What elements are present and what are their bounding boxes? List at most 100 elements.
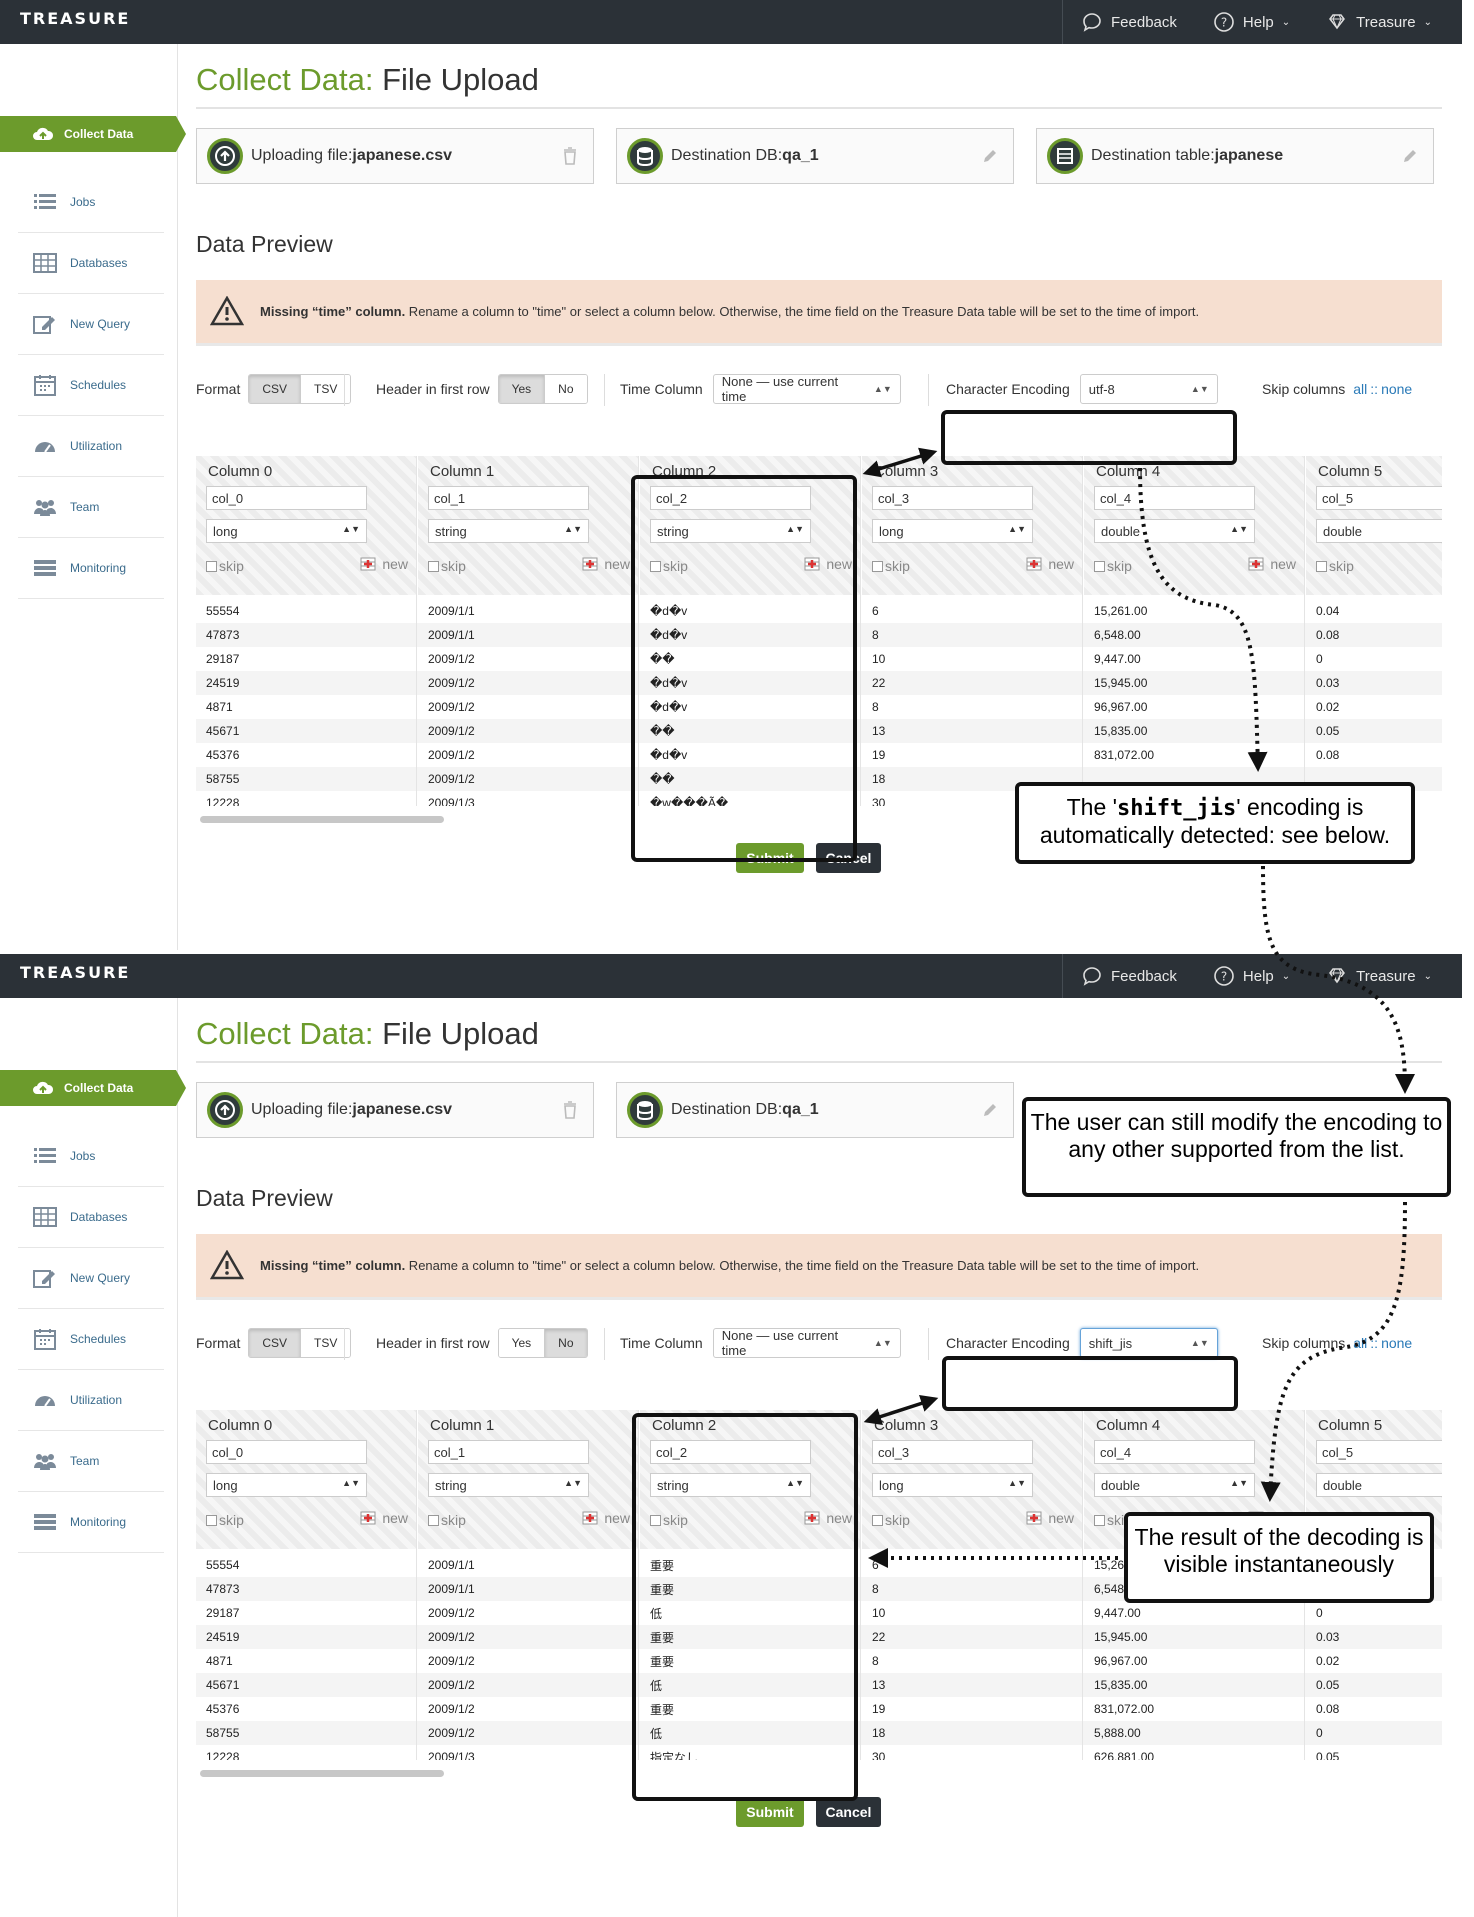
submit-button[interactable]: Submit (736, 1797, 804, 1827)
trash-icon[interactable] (561, 1101, 579, 1119)
checkbox-box[interactable] (1316, 560, 1327, 572)
column-header: Column 5 col_5 double▲▼ skip (1306, 456, 1442, 595)
column-type-select[interactable]: double▲▼ (1316, 1473, 1442, 1497)
new-column-button[interactable]: new (1026, 556, 1074, 572)
header-no[interactable]: No (544, 375, 587, 403)
table-column: Column 4 col_4 double ▲▼ skip new 15,261.00 6,5… (1084, 456, 1305, 806)
sidebar-item-new-query[interactable]: New Query (18, 294, 164, 355)
trash-icon[interactable] (561, 147, 579, 165)
divider (604, 374, 605, 406)
table-cell: 15,261.00 (1094, 604, 1148, 618)
format-tsv[interactable]: TSV (300, 1329, 351, 1357)
skip-checkbox[interactable]: skip (1094, 558, 1132, 574)
sidebar-item-new-query[interactable]: New Query (18, 1248, 164, 1309)
skip-checkbox[interactable]: skip (206, 1512, 244, 1528)
sidebar-item-schedules[interactable]: Schedules (18, 1309, 164, 1370)
checkbox-box[interactable] (1094, 1514, 1105, 1526)
skip-checkbox[interactable]: skip (428, 1512, 466, 1528)
sidebar-item-utilization[interactable]: Utilization (18, 1370, 164, 1431)
header-yes[interactable]: Yes (498, 375, 545, 403)
column-name-input[interactable]: col_0 (206, 486, 367, 510)
new-column-button[interactable]: new (582, 556, 630, 572)
column-type-select[interactable]: long ▲▼ (872, 1473, 1033, 1497)
skip-none-link[interactable]: none (1381, 381, 1412, 397)
logo[interactable]: TREASURE (20, 9, 130, 28)
encoding-select[interactable]: shift_jis ▲▼ (1079, 1328, 1218, 1358)
skip-checkbox[interactable]: skip (872, 1512, 910, 1528)
checkbox-box[interactable] (872, 1514, 883, 1526)
column-type-select[interactable]: string ▲▼ (428, 1473, 589, 1497)
column-type-select[interactable]: string ▲▼ (428, 519, 589, 543)
column-name-input[interactable]: col_1 (428, 486, 589, 510)
sidebar-item-monitoring[interactable]: Monitoring (18, 538, 164, 599)
sidebar-item-jobs[interactable]: Jobs (18, 1126, 164, 1187)
horizontal-scrollbar[interactable] (200, 816, 444, 823)
skip-label: skip (885, 1512, 910, 1528)
column-name-input[interactable]: col_3 (872, 1440, 1033, 1464)
new-column-icon (360, 557, 376, 571)
horizontal-scrollbar[interactable] (200, 1770, 444, 1777)
sidebar-item-databases[interactable]: Databases (18, 233, 164, 294)
format-csv[interactable]: CSV (249, 375, 301, 403)
sidebar-item-collect-data[interactable]: Collect Data (0, 1070, 186, 1106)
sidebar-item-utilization[interactable]: Utilization (18, 416, 164, 477)
column-name-input[interactable]: col_5 (1316, 1440, 1442, 1464)
pencil-icon[interactable] (981, 147, 999, 165)
checkbox-box[interactable] (428, 1514, 439, 1526)
skip-all-link[interactable]: all (1353, 381, 1367, 397)
skip-checkbox[interactable]: skip (206, 558, 244, 574)
new-column-button[interactable]: new (1026, 1510, 1074, 1526)
column-type-select[interactable]: double▲▼ (1316, 519, 1442, 543)
page-title: Collect Data: File Upload (196, 62, 539, 98)
new-column-button[interactable]: new (1248, 556, 1296, 572)
sidebar-item-databases[interactable]: Databases (18, 1187, 164, 1248)
new-column-button[interactable]: new (582, 1510, 630, 1526)
column-name-input[interactable]: col_4 (1094, 1440, 1255, 1464)
sidebar-item-monitoring[interactable]: Monitoring (18, 1492, 164, 1553)
header-no[interactable]: No (544, 1329, 587, 1357)
warning-icon (210, 296, 244, 326)
logo[interactable]: TREASURE (20, 963, 130, 982)
column-type-select[interactable]: long ▲▼ (872, 519, 1033, 543)
skip-none-link[interactable]: none (1381, 1335, 1412, 1351)
column-name-input[interactable]: col_5 (1316, 486, 1442, 510)
skip-checkbox[interactable]: skip (428, 558, 466, 574)
divider (344, 374, 345, 406)
checkbox-box[interactable] (206, 1514, 217, 1526)
column-type-select[interactable]: long ▲▼ (206, 1473, 367, 1497)
upload-filename: japanese.csv (352, 147, 453, 164)
column-name-input[interactable]: col_4 (1094, 486, 1255, 510)
checkbox-box[interactable] (206, 560, 217, 572)
table-cell: 10 (872, 1606, 886, 1620)
pencil-icon[interactable] (981, 1101, 999, 1119)
time-column-select[interactable]: None — use current time ▲▼ (712, 374, 901, 404)
sidebar-item-schedules[interactable]: Schedules (18, 355, 164, 416)
format-tsv[interactable]: TSV (300, 375, 351, 403)
format-csv[interactable]: CSV (249, 1329, 301, 1357)
column-type-select[interactable]: long ▲▼ (206, 519, 367, 543)
new-column-button[interactable]: new (360, 1510, 408, 1526)
column-name-input[interactable]: col_0 (206, 1440, 367, 1464)
column-type-select[interactable]: double▲▼ (1094, 519, 1255, 543)
sidebar-item-team[interactable]: Team (18, 1431, 164, 1492)
checkbox-box[interactable] (872, 560, 883, 572)
cancel-button[interactable]: Cancel (816, 1797, 881, 1827)
pencil-icon[interactable] (1401, 147, 1419, 165)
skip-checkbox[interactable]: skip (872, 558, 910, 574)
skip-all-link[interactable]: all (1353, 1335, 1367, 1351)
column-name-input[interactable]: col_1 (428, 1440, 589, 1464)
column-name-input[interactable]: col_3 (872, 486, 1033, 510)
sidebar-item-jobs[interactable]: Jobs (18, 172, 164, 233)
sidebar-item-collect-data[interactable]: Collect Data (0, 116, 186, 152)
time-column-select[interactable]: None — use current time ▲▼ (712, 1328, 901, 1358)
skip-checkbox[interactable]: skip (1316, 558, 1354, 574)
table-cell: 2009/1/1 (428, 1582, 475, 1596)
checkbox-box[interactable] (428, 560, 439, 572)
column-type-select[interactable]: double▲▼ (1094, 1473, 1255, 1497)
header-yes[interactable]: Yes (498, 1329, 545, 1357)
checkbox-box[interactable] (1094, 560, 1105, 572)
sidebar-item-team[interactable]: Team (18, 477, 164, 538)
encoding-select[interactable]: utf-8 ▲▼ (1079, 374, 1218, 404)
new-column-button[interactable]: new (360, 556, 408, 572)
cloud-upload-icon (33, 127, 54, 140)
